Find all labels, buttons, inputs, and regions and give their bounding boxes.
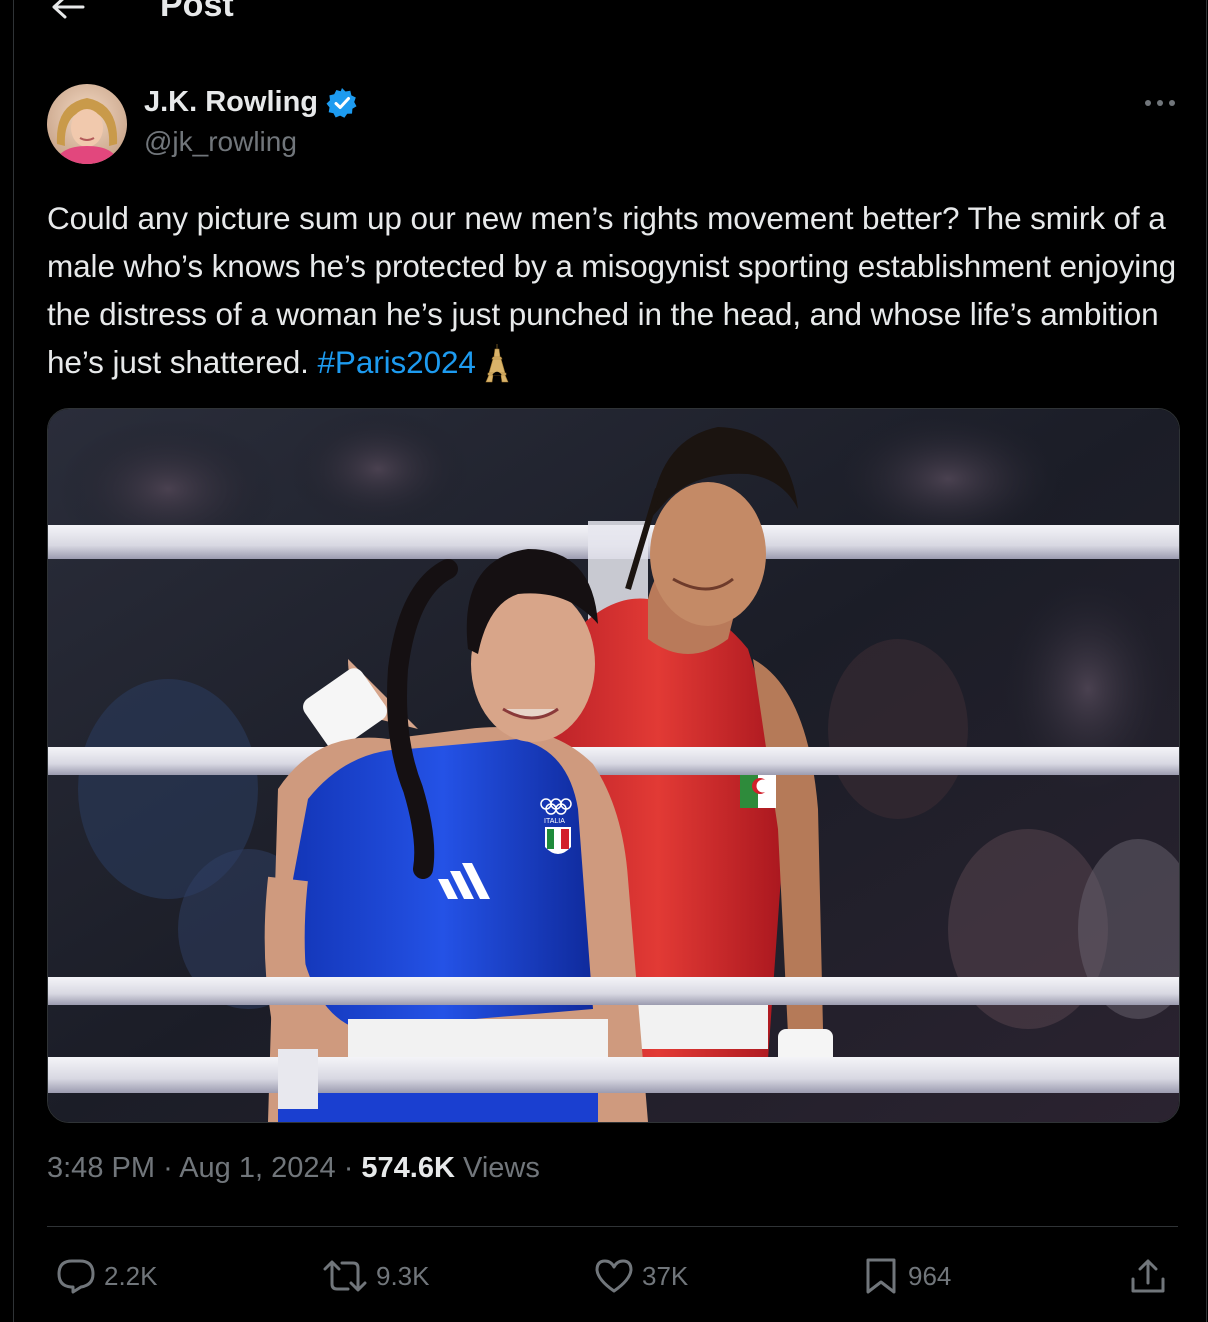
repost-button[interactable]: 9.3K: [322, 1256, 430, 1296]
column-border-right: [1206, 0, 1207, 1322]
more-horizontal-icon: [1145, 100, 1175, 106]
share-button[interactable]: [1128, 1256, 1168, 1296]
meta-separator: ·: [163, 1152, 173, 1184]
meta-separator-2: ·: [343, 1152, 354, 1184]
views-count[interactable]: 574.6K: [361, 1152, 455, 1184]
tweet-body: Could any picture sum up our new men’s r…: [47, 200, 1177, 380]
post-time[interactable]: 3:48 PM: [47, 1152, 155, 1184]
more-button[interactable]: [1140, 86, 1180, 120]
bookmark-icon: [866, 1258, 896, 1294]
bookmark-button[interactable]: 964: [862, 1256, 951, 1296]
page-title: Post: [160, 0, 234, 24]
tweet-photo[interactable]: ITALIA: [47, 408, 1180, 1123]
back-button[interactable]: [48, 0, 88, 24]
post-page: Post J.K. Rowling @jk_rowling Could any …: [0, 0, 1208, 1322]
post-date[interactable]: Aug 1, 2024: [179, 1152, 335, 1184]
boxing-photo: ITALIA: [48, 409, 1179, 1122]
vest-text: ITALIA: [544, 818, 565, 825]
like-button[interactable]: 37K: [594, 1256, 688, 1296]
author-name-row: J.K. Rowling: [144, 86, 358, 119]
author-handle[interactable]: @jk_rowling: [144, 126, 297, 158]
post-meta: 3:48 PM · Aug 1, 2024 · 574.6K Views: [47, 1152, 540, 1185]
repost-icon: [323, 1260, 367, 1292]
author-display-name[interactable]: J.K. Rowling: [144, 86, 318, 119]
reply-count: 2.2K: [104, 1260, 158, 1291]
avatar-image: [47, 84, 127, 164]
avatar[interactable]: [47, 84, 127, 164]
post-header: Post: [0, 0, 1208, 30]
arrow-left-icon: [52, 0, 85, 19]
verified-badge-icon[interactable]: [326, 87, 358, 119]
reply-button[interactable]: 2.2K: [56, 1256, 158, 1296]
eiffel-tower-icon: [484, 343, 510, 383]
hashtag-link[interactable]: #Paris2024: [317, 344, 475, 380]
divider: [47, 1226, 1178, 1227]
column-border-left: [13, 0, 14, 1322]
reply-icon: [57, 1259, 95, 1294]
share-icon: [1131, 1259, 1165, 1293]
like-count: 37K: [642, 1260, 689, 1291]
tweet-text: Could any picture sum up our new men’s r…: [47, 194, 1182, 386]
bookmark-count: 964: [908, 1260, 952, 1291]
heart-icon: [595, 1259, 633, 1293]
repost-count: 9.3K: [376, 1260, 430, 1291]
views-label: Views: [463, 1152, 540, 1184]
